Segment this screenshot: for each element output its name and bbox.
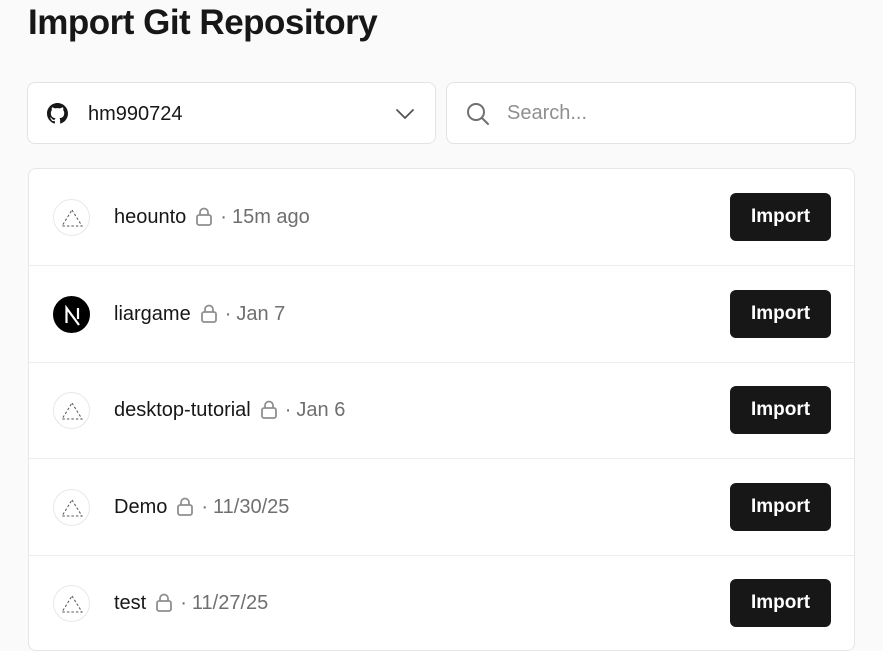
separator: · — [201, 495, 209, 518]
repository-name: liargame — [114, 302, 191, 325]
repository-search[interactable] — [446, 82, 856, 144]
import-button[interactable]: Import — [730, 386, 831, 434]
lock-icon — [260, 400, 277, 419]
github-icon — [47, 103, 68, 124]
separator: · — [284, 398, 292, 421]
repository-updated-time: 15m ago — [231, 205, 310, 228]
import-button[interactable]: Import — [730, 483, 831, 531]
vercel-dashed-triangle-icon — [53, 199, 90, 236]
nextjs-icon — [53, 296, 90, 333]
import-button[interactable]: Import — [730, 193, 831, 241]
repository-info: desktop-tutorial · Jan 6 — [114, 397, 345, 423]
lock-icon — [177, 497, 194, 516]
repository-info: liargame · Jan 7 — [114, 301, 285, 327]
repository-name: desktop-tutorial — [114, 398, 251, 421]
import-button[interactable]: Import — [730, 579, 831, 627]
lock-icon — [156, 593, 173, 612]
repository-row: desktop-tutorial · Jan 6 Import — [29, 362, 854, 459]
repository-updated-time: Jan 6 — [296, 398, 346, 421]
repository-row: liargame · Jan 7 Import — [29, 266, 854, 363]
repository-info: test · 11/27/25 — [114, 590, 268, 616]
repository-updated-time: 11/27/25 — [191, 591, 269, 614]
repository-name: test — [114, 591, 147, 614]
separator: · — [180, 591, 187, 614]
vercel-dashed-triangle-icon — [53, 392, 90, 429]
vercel-dashed-triangle-icon — [53, 585, 90, 622]
import-button[interactable]: Import — [730, 290, 831, 338]
repository-updated-time: 11/30/25 — [213, 495, 290, 518]
repository-info: heounto · 15m ago — [114, 204, 310, 230]
separator: · — [224, 302, 232, 325]
separator: · — [220, 205, 227, 228]
import-git-repository-page: Import Git Repository hm990724 heounto — [0, 0, 883, 651]
chevron-down-icon — [396, 109, 414, 119]
lock-icon — [200, 304, 217, 323]
repository-name: Demo — [114, 495, 168, 518]
repository-row: Demo · 11/30/25 Import — [29, 459, 854, 556]
search-icon — [467, 103, 489, 125]
search-input[interactable] — [507, 97, 837, 129]
repository-row: test · 11/27/25 Import — [29, 555, 854, 650]
git-account-select[interactable]: hm990724 — [27, 82, 436, 144]
repository-info: Demo · 11/30/25 — [114, 494, 289, 520]
page-title: Import Git Repository — [28, 3, 378, 42]
repository-name: heounto — [114, 205, 187, 228]
repository-row: heounto · 15m ago Import — [29, 169, 854, 266]
lock-icon — [196, 207, 213, 226]
repository-list: heounto · 15m ago Import liargame · Jan … — [28, 168, 855, 651]
repository-updated-time: Jan 7 — [236, 302, 286, 325]
vercel-dashed-triangle-icon — [53, 489, 90, 526]
account-name: hm990724 — [88, 103, 183, 125]
